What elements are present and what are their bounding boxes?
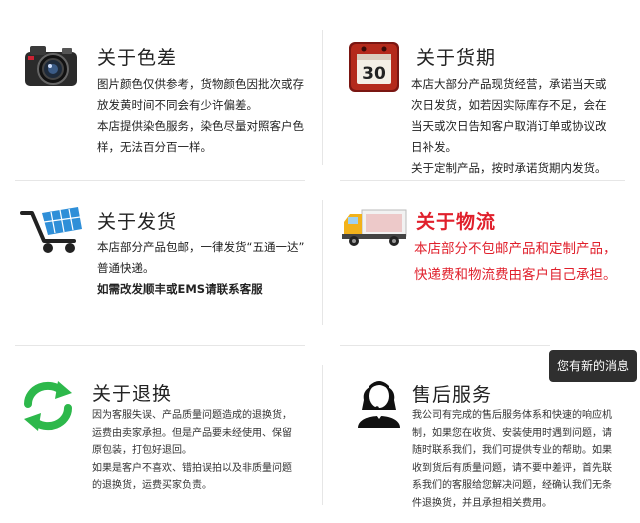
- body-line: 因为客服失误、产品质量问题造成的退换货，: [92, 410, 292, 421]
- body-line: 日补发。: [411, 140, 457, 154]
- section-title: 关于物流: [416, 211, 497, 233]
- section-body: 图片颜色仅供参考，货物颜色因批次或存 放发黄时间不同会有少许偏差。 本店提供染色…: [97, 74, 322, 158]
- body-line: 本店部分不包邮产品和定制产品，: [414, 241, 617, 257]
- body-line: 图片颜色仅供参考，货物颜色因批次或存: [97, 77, 304, 91]
- body-line: 如果是客户不喜欢、错拍误拍以及非质量问题: [92, 462, 292, 474]
- divider-horizontal-top-right: [340, 180, 625, 181]
- body-line: 当天或次日告知客户取消订单或协议改: [411, 119, 607, 133]
- body-line: 本店提供染色服务，染色尽量对照客户色: [97, 119, 304, 133]
- divider-vertical-bottom: [322, 365, 323, 505]
- divider-horizontal-top-left: [15, 180, 305, 181]
- divider-vertical-middle: [322, 200, 323, 325]
- body-line: 件退换货，并且承担相关费用。: [412, 497, 552, 509]
- section-body: 我公司有完成的售后服务体系和快速的响应机 制，如果您在收货、安装使用时遇到问题，…: [412, 407, 638, 512]
- section-body: 本店大部分产品现货经营，承诺当天或 次日发货，如若因实际库存不足，会在 当天或次…: [411, 74, 636, 179]
- refresh-arrows-icon: [20, 380, 76, 432]
- body-line: 快递费和物流费由客户自己承担。: [414, 267, 617, 283]
- truck-icon: [340, 208, 408, 248]
- body-line: 收到货后有质量问题，请不要中差评，首先联: [412, 462, 612, 474]
- new-message-toast[interactable]: 您有新的消息: [549, 350, 637, 382]
- body-line: 本店部分产品包邮，一律发货“五通一达”: [97, 240, 305, 254]
- section-body: 本店部分产品包邮，一律发货“五通一达” 普通快递。 如需改发顺丰或EMS请联系客…: [97, 237, 322, 300]
- calendar-day: 30: [362, 64, 386, 84]
- body-line: 系我们的客服给您解决问题，经确认我们无条: [412, 480, 612, 491]
- body-line: 关于定制产品，按时承诺货期内发货。: [411, 161, 607, 175]
- section-title: 售后服务: [412, 384, 493, 406]
- divider-horizontal-mid-left: [15, 345, 305, 346]
- body-line: 制，如果您在收货、安装使用时遇到问题，请: [412, 427, 612, 439]
- section-title: 关于发货: [97, 211, 178, 233]
- divider-vertical-top: [322, 30, 323, 165]
- body-line: 次日发货，如若因实际库存不足，会在: [411, 98, 607, 112]
- calendar-icon: 30: [347, 40, 401, 94]
- body-line: 普通快递。: [97, 261, 155, 275]
- body-line: 随时联系我们，我们可提供专业的帮助。如果: [412, 445, 612, 456]
- body-line: 原包装，打包好退回。: [92, 445, 192, 456]
- section-title: 关于色差: [97, 47, 178, 69]
- section-body: 本店部分不包邮产品和定制产品， 快递费和物流费由客户自己承担。: [414, 236, 640, 288]
- body-line: 的退换货，运费买家负责。: [92, 480, 212, 491]
- customer-service-icon: [356, 372, 402, 428]
- body-line: 我公司有完成的售后服务体系和快速的响应机: [412, 410, 612, 421]
- body-line-emphasis: 如需改发顺丰或EMS请联系客服: [97, 282, 263, 296]
- section-title: 关于货期: [416, 47, 497, 69]
- body-line: 样，无法百分百一样。: [97, 140, 212, 154]
- body-line: 本店大部分产品现货经营，承诺当天或: [411, 77, 607, 91]
- body-line: 放发黄时间不同会有少许偏差。: [97, 98, 258, 112]
- section-title: 关于退换: [92, 383, 173, 405]
- body-line: 运费由卖家承担。但是产品要未经使用、保留: [92, 427, 292, 439]
- section-body: 因为客服失误、产品质量问题造成的退换货， 运费由卖家承担。但是产品要未经使用、保…: [92, 407, 322, 495]
- divider-horizontal-mid-right: [340, 345, 550, 346]
- camera-icon: [22, 40, 80, 90]
- cart-icon: [20, 205, 86, 255]
